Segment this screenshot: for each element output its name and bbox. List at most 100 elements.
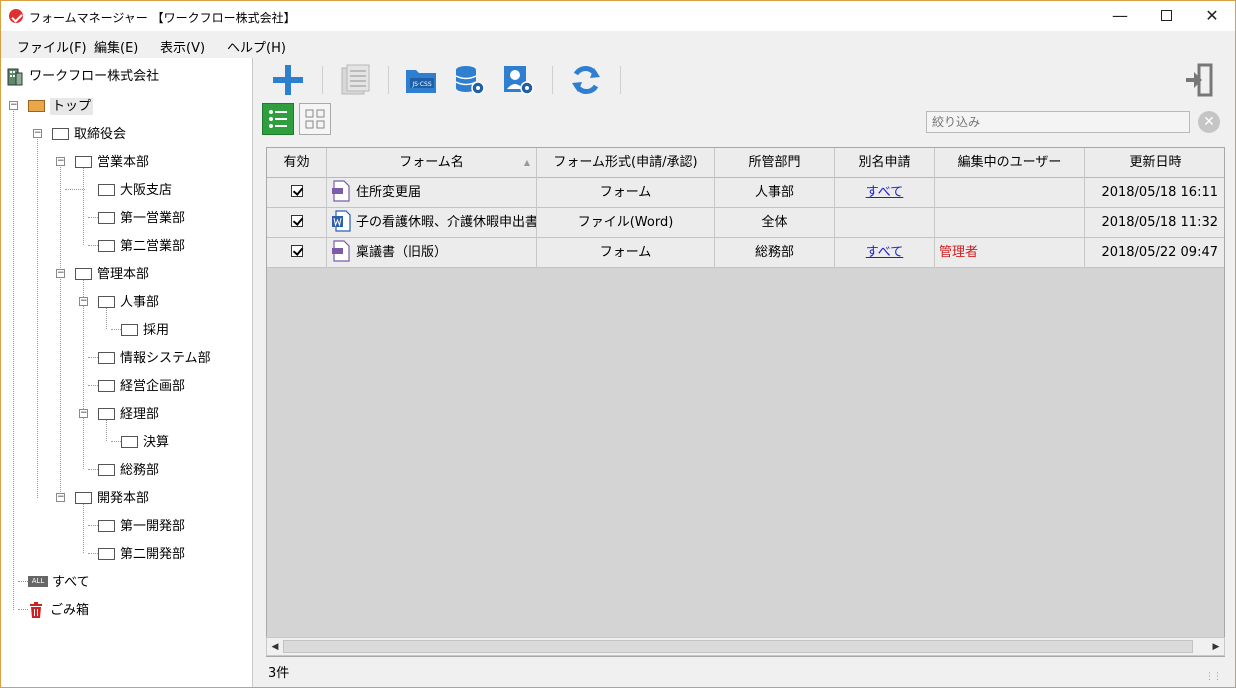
pane-splitter[interactable]	[254, 58, 260, 687]
tree-connector	[37, 139, 38, 498]
tile-view-button[interactable]	[299, 103, 331, 135]
trash-icon	[30, 601, 42, 618]
column-header-enabled[interactable]: 有効	[267, 148, 327, 178]
view-bar: ✕	[260, 101, 1225, 141]
resize-grip-icon[interactable]: ⋮⋮	[1205, 672, 1222, 682]
tree-node-osaka[interactable]: 大阪支店	[98, 179, 172, 199]
refresh-button[interactable]	[566, 62, 606, 98]
scrollbar-thumb[interactable]	[283, 640, 1193, 653]
folder-icon	[98, 547, 115, 560]
menu-edit[interactable]: 編集(E)	[94, 37, 138, 56]
column-header-form-name[interactable]: フォーム名 ▲	[327, 148, 537, 178]
minimize-button[interactable]: —	[1097, 1, 1143, 31]
tree-node-dev[interactable]: 開発本部	[75, 487, 149, 507]
tree-node-hr[interactable]: 人事部	[98, 291, 159, 311]
scroll-left-icon[interactable]: ◀	[268, 640, 282, 654]
tree-expander[interactable]: −	[9, 101, 18, 110]
tree-node-dev2[interactable]: 第二開発部	[98, 543, 185, 563]
user-settings-icon	[504, 66, 534, 95]
tree-node-sales2[interactable]: 第二営業部	[98, 235, 185, 255]
tree-connector	[13, 111, 14, 610]
tree-connector	[65, 189, 85, 190]
folder-icon	[98, 239, 115, 252]
close-button[interactable]: ✕	[1189, 1, 1235, 31]
tree-node-settlement[interactable]: 決算	[121, 431, 169, 451]
column-header-alias[interactable]: 別名申請	[835, 148, 935, 178]
form-name-cell: 住所変更届	[327, 178, 537, 208]
scroll-right-icon[interactable]: ▶	[1209, 640, 1223, 654]
tree-node-general[interactable]: 総務部	[98, 459, 159, 479]
folder-icon	[98, 183, 115, 196]
table-header: 有効 フォーム名 ▲ フォーム形式(申請/承認) 所管部門 別名申請 編集中のユ…	[267, 148, 1224, 178]
form-name-cell: 稟議書（旧版）	[327, 238, 537, 268]
item-count: 3件	[268, 666, 290, 681]
tree-node-label: 採用	[143, 323, 170, 338]
all-tag-icon: ALL	[28, 576, 48, 587]
alias-cell: すべて	[835, 178, 935, 208]
tree-node-sales[interactable]: 営業本部	[75, 151, 149, 171]
menu-file[interactable]: ファイル(F)	[17, 37, 87, 56]
table-row[interactable]: 子の看護休暇、介護休暇申出書 ファイル(Word) 全体 2018/05/18 …	[267, 208, 1224, 238]
list-view-button[interactable]	[262, 103, 294, 135]
tree-node-board[interactable]: 取締役会	[52, 123, 126, 143]
filter-input[interactable]	[926, 111, 1190, 133]
tree-expander[interactable]: −	[56, 157, 65, 166]
alias-link[interactable]: すべて	[866, 245, 904, 260]
tree-node-label: 人事部	[120, 295, 160, 310]
column-header-editor[interactable]: 編集中のユーザー	[935, 148, 1085, 178]
tree-node-planning[interactable]: 経営企画部	[98, 375, 185, 395]
menu-help[interactable]: ヘルプ(H)	[227, 37, 286, 56]
tree-node-dev1[interactable]: 第一開発部	[98, 515, 185, 535]
column-header-updated[interactable]: 更新日時	[1085, 148, 1224, 178]
tree-node-all[interactable]: ALL すべて	[28, 571, 90, 591]
tree-connector	[83, 279, 84, 469]
tree-node-top[interactable]: トップ	[28, 95, 94, 115]
clear-filter-button[interactable]: ✕	[1198, 111, 1220, 133]
database-settings-button[interactable]	[450, 62, 490, 98]
tree-node-trash[interactable]: ごみ箱	[28, 599, 89, 619]
tree-node-label: 決算	[143, 435, 170, 450]
exit-button[interactable]	[1180, 62, 1220, 98]
editor-cell	[935, 208, 1085, 238]
add-form-button[interactable]	[268, 62, 308, 98]
tree-node-sales1[interactable]: 第一営業部	[98, 207, 185, 227]
js-css-folder-button[interactable]: JS·CSS	[402, 62, 442, 98]
editor-cell	[935, 178, 1085, 208]
form-name: 子の看護休暇、介護休暇申出書	[356, 215, 537, 230]
tree-connector	[83, 167, 84, 245]
alias-link[interactable]: すべて	[866, 185, 904, 200]
column-header-format[interactable]: フォーム形式(申請/承認)	[537, 148, 715, 178]
tree-expander[interactable]: −	[79, 409, 88, 418]
department-tree: ワークフロー株式会社 − トップ − 取締役会 − 営業本部 大阪支店 第一営業…	[1, 58, 253, 687]
tree-node-accounting[interactable]: 経理部	[98, 403, 159, 423]
menu-bar: ファイル(F) 編集(E) 表示(V) ヘルプ(H)	[1, 31, 1235, 57]
format-cell: フォーム	[537, 178, 715, 208]
tree-root-company[interactable]: ワークフロー株式会社	[7, 65, 159, 85]
tree-connector	[83, 503, 84, 553]
toolbar-separator	[552, 66, 553, 94]
tree-node-label: トップ	[50, 98, 94, 115]
tree-node-label: 経営企画部	[120, 379, 186, 394]
folder-icon	[75, 491, 92, 504]
tree-expander[interactable]: −	[79, 297, 88, 306]
table-row[interactable]: 住所変更届 フォーム 人事部 すべて 2018/05/18 16:11	[267, 178, 1224, 208]
tree-node-admin[interactable]: 管理本部	[75, 263, 149, 283]
updated-cell: 2018/05/22 09:47	[1101, 245, 1218, 260]
table-row[interactable]: 稟議書（旧版） フォーム 総務部 すべて 管理者 2018/05/22 09:4…	[267, 238, 1224, 268]
menu-view[interactable]: 表示(V)	[160, 37, 205, 56]
tree-expander[interactable]: −	[56, 269, 65, 278]
user-settings-button[interactable]	[498, 62, 538, 98]
tree-expander[interactable]: −	[33, 129, 42, 138]
tree-node-infosys[interactable]: 情報システム部	[98, 347, 211, 367]
tree-expander[interactable]: −	[56, 493, 65, 502]
js-css-label: JS·CSS	[411, 81, 431, 88]
enabled-checkbox[interactable]	[290, 184, 303, 197]
column-header-department[interactable]: 所管部門	[715, 148, 835, 178]
tree-node-label: 大阪支店	[120, 183, 173, 198]
folder-js-css-icon: JS·CSS	[406, 70, 436, 93]
horizontal-scrollbar[interactable]: ◀ ▶	[266, 637, 1225, 656]
enabled-checkbox[interactable]	[290, 214, 303, 227]
maximize-button[interactable]	[1143, 1, 1189, 31]
tree-node-recruit[interactable]: 採用	[121, 319, 169, 339]
enabled-checkbox[interactable]	[290, 244, 303, 257]
